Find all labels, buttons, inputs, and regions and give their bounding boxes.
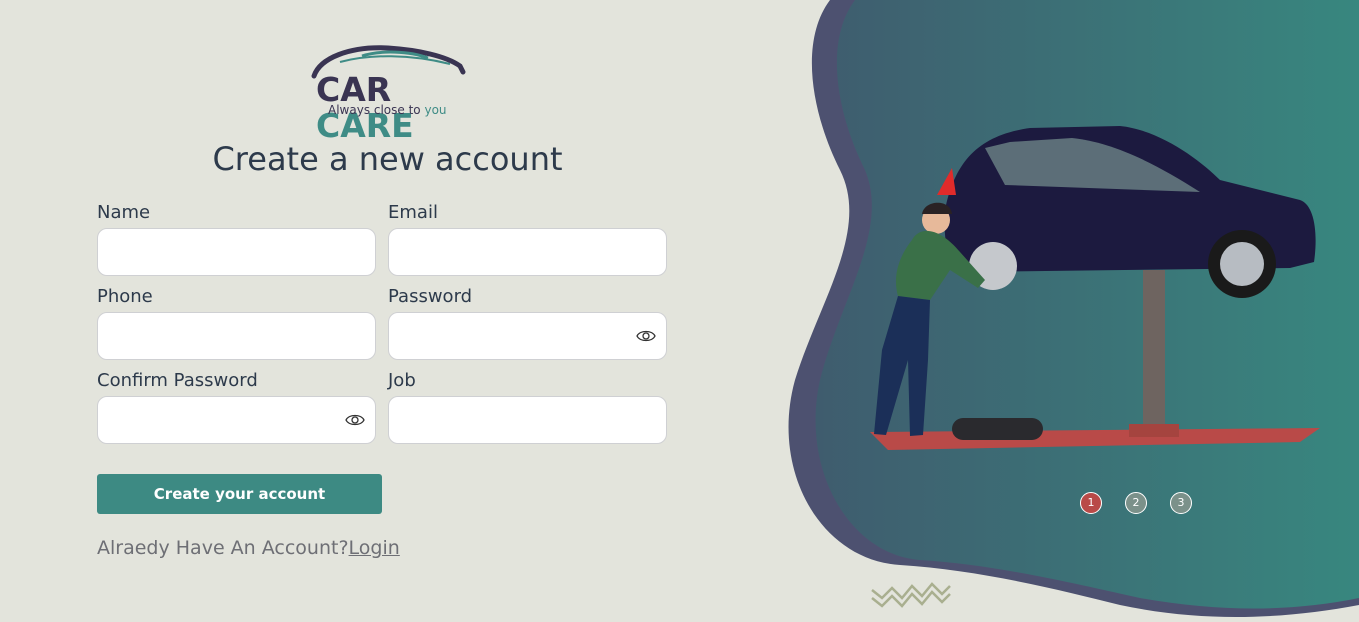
email-label: Email [388,202,438,223]
page-title: Create a new account [212,140,563,178]
logo-tagline: Always close to you [328,103,447,117]
name-label: Name [97,202,151,223]
phone-box [97,312,376,360]
tagline-highlight: you [424,103,447,117]
eye-icon[interactable] [636,328,656,344]
password-field-group: Password [388,286,667,360]
create-account-button[interactable]: Create your account [97,474,382,514]
confirm-password-label: Confirm Password [97,370,258,391]
job-box [388,396,667,444]
phone-field-group: Phone [97,286,376,360]
email-input[interactable] [389,229,666,275]
confirm-password-field-group: Confirm Password [97,370,376,444]
spare-tire [952,418,1043,440]
confirm-password-input[interactable] [98,397,375,443]
eye-icon[interactable] [345,412,365,428]
name-input[interactable] [98,229,375,275]
email-box [388,228,667,276]
job-label: Job [388,370,416,391]
login-link[interactable]: Login [349,537,400,559]
lift-post [1143,270,1165,425]
carousel-dot-1[interactable]: 1 [1080,492,1102,514]
hero-illustration [788,0,1359,618]
zigzag-decoration [871,582,951,608]
confirm-password-box [97,396,376,444]
password-label: Password [388,286,473,307]
phone-label: Phone [97,286,153,307]
login-prompt-text: Alraedy Have An Account? [97,537,349,559]
login-prompt-row: Alraedy Have An Account?Login [97,537,400,559]
car-care-logo: CAR CARE Always close to you [310,42,470,144]
carousel-dot-2[interactable]: 2 [1125,492,1147,514]
password-box [388,312,667,360]
carousel-dot-3[interactable]: 3 [1170,492,1192,514]
password-input[interactable] [389,313,666,359]
lift-base [1129,424,1179,437]
phone-input[interactable] [98,313,375,359]
job-field-group: Job [388,370,667,444]
signup-panel: CAR CARE Always close to you Create a ne… [0,0,780,622]
car-rear-rim [1220,242,1264,286]
email-field-group: Email [388,202,667,276]
tagline-text: Always close to [328,103,425,117]
job-input[interactable] [389,397,666,443]
name-box [97,228,376,276]
name-field-group: Name [97,202,376,276]
